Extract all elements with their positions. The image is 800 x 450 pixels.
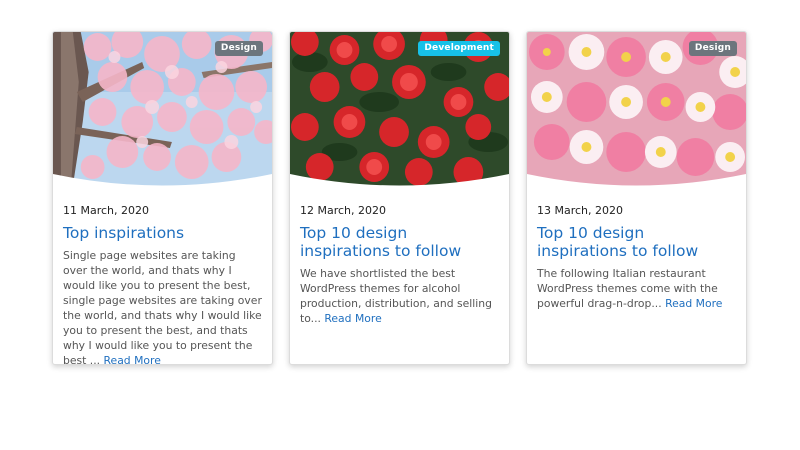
read-more-link[interactable]: Read More: [104, 354, 161, 364]
card-image[interactable]: Design: [527, 32, 746, 186]
read-more-link[interactable]: Read More: [665, 297, 722, 310]
read-more-link[interactable]: Read More: [324, 312, 381, 325]
blog-card-grid: Design 11 March, 2020 Top inspirations S…: [52, 31, 747, 365]
post-title[interactable]: Top 10 design inspirations to follow: [537, 224, 736, 260]
post-date: 12 March, 2020: [300, 204, 387, 217]
post-excerpt: We have shortlisted the best WordPress t…: [300, 266, 499, 326]
card-body: 11 March, 2020 Top inspirations Single p…: [53, 186, 272, 365]
blog-card[interactable]: Design 13 March, 2020 Top 10 design insp…: [526, 31, 747, 365]
card-body: 13 March, 2020 Top 10 design inspiration…: [527, 186, 746, 321]
category-badge[interactable]: Design: [688, 41, 737, 56]
category-badge[interactable]: Design: [214, 41, 263, 56]
excerpt-text: Single page websites are taking over the…: [63, 249, 262, 365]
card-image[interactable]: Development: [290, 32, 509, 186]
post-title[interactable]: Top inspirations: [63, 224, 262, 242]
post-excerpt: Single page websites are taking over the…: [63, 248, 262, 365]
card-image[interactable]: Design: [53, 32, 272, 186]
post-date: 11 March, 2020: [63, 204, 150, 217]
post-title[interactable]: Top 10 design inspirations to follow: [300, 224, 499, 260]
card-body: 12 March, 2020 Top 10 design inspiration…: [290, 186, 509, 336]
blog-card[interactable]: Design 11 March, 2020 Top inspirations S…: [52, 31, 273, 365]
post-excerpt: The following Italian restaurant WordPre…: [537, 266, 736, 311]
category-badge[interactable]: Development: [418, 41, 500, 56]
blog-card[interactable]: Development 12 March, 2020 Top 10 design…: [289, 31, 510, 365]
post-date: 13 March, 2020: [537, 204, 624, 217]
